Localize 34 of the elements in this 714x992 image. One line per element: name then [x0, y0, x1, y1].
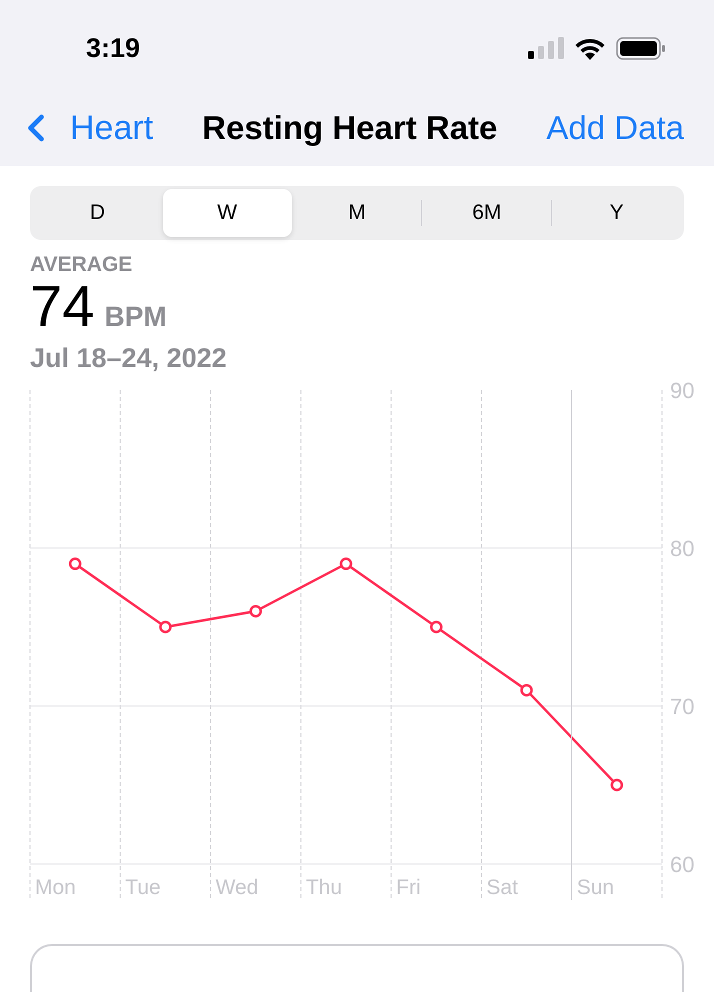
data-point — [249, 604, 262, 618]
unit-label: BPM — [104, 300, 167, 334]
x-axis-label: Tue — [125, 876, 161, 899]
y-axis-label: 90 — [670, 378, 694, 403]
segment-tab[interactable]: W — [162, 189, 292, 237]
x-axis-label: Fri — [396, 876, 421, 899]
battery-icon — [616, 36, 666, 60]
data-point — [340, 558, 352, 570]
x-axis-label: Sun — [576, 876, 614, 899]
segment-tab[interactable]: 6M — [422, 189, 552, 237]
page-title: Resting Heart Rate — [202, 108, 498, 148]
segment-tab[interactable]: D — [33, 189, 162, 237]
data-point — [159, 620, 172, 634]
data-point — [610, 778, 624, 792]
data-point — [520, 684, 533, 696]
status-time: 3:19 — [86, 32, 140, 65]
x-axis-label: Wed — [216, 876, 258, 899]
x-axis-label: Mon — [35, 876, 76, 899]
x-axis-label: Sat — [486, 876, 518, 899]
segment-tab[interactable]: M — [292, 189, 422, 237]
signal-icon — [528, 37, 564, 59]
data-point — [68, 558, 82, 570]
x-axis-label: Thu — [306, 876, 342, 899]
add-data-button[interactable]: Add Data — [546, 103, 684, 153]
y-axis-label: 70 — [670, 694, 694, 719]
average-value: 74 — [30, 278, 95, 336]
data-point — [430, 620, 443, 634]
summary-label: AVERAGE — [30, 252, 134, 278]
date-range: Jul 18–24, 2022 — [30, 342, 228, 375]
y-axis-label: 80 — [670, 536, 694, 561]
wifi-icon — [574, 36, 606, 60]
y-axis-label: 60 — [670, 852, 694, 877]
segment-tab[interactable]: Y — [552, 189, 681, 237]
back-button[interactable]: Heart — [14, 102, 154, 154]
